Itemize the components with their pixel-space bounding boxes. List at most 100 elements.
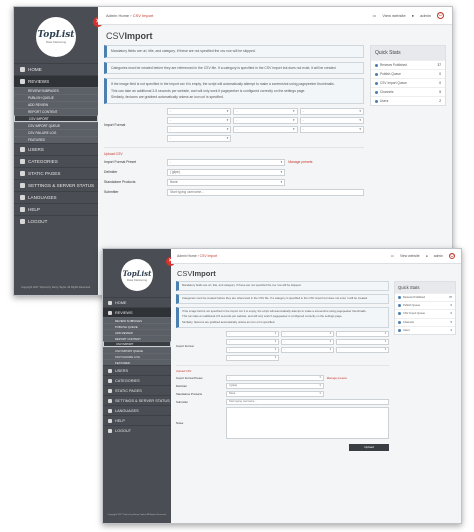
delimiter-select[interactable]: | (pipe) ▾ <box>167 168 286 176</box>
bullet-icon <box>398 312 401 316</box>
chevron-down-icon: ▾ <box>280 180 283 185</box>
stat-row[interactable]: Reviews Published 37 <box>371 60 445 69</box>
submitter-input[interactable]: Start typing username... <box>226 398 389 405</box>
toplist-logo[interactable]: TopList Data Marketing <box>121 259 153 291</box>
breadcrumb-root[interactable]: Admin Home <box>106 13 129 18</box>
format-select[interactable]: - ▾ <box>167 107 232 115</box>
nav-item-settings[interactable]: SETTINGS & SERVER STATUS <box>14 179 98 191</box>
standalone-select[interactable]: None ▾ <box>226 390 324 397</box>
nav-item-languages[interactable]: LANGUAGES <box>103 405 171 415</box>
power-icon[interactable]: ⏻ <box>437 12 444 19</box>
format-select[interactable]: - ▾ <box>281 338 334 345</box>
nav-item-home[interactable]: HOME <box>103 297 171 307</box>
chevron-down-icon: ▾ <box>319 392 321 396</box>
manage-presets-link[interactable]: Manage presets <box>288 160 312 164</box>
manage-presets-link[interactable]: Manage presets <box>327 376 347 380</box>
language-icon <box>108 408 112 413</box>
user-name[interactable]: admin <box>420 13 431 18</box>
stat-row[interactable]: Channels 5 <box>371 87 445 96</box>
info-message: If the image field is not specified in t… <box>104 78 364 104</box>
chevron-down-icon: ▾ <box>384 340 386 344</box>
gear-icon <box>108 398 112 403</box>
format-select[interactable]: - ▾ <box>336 330 389 337</box>
format-select[interactable]: - ▾ <box>233 107 298 115</box>
format-select[interactable]: - ▾ <box>167 116 232 124</box>
notes-textarea[interactable] <box>226 406 389 439</box>
nav-item-settings[interactable]: SETTINGS & SERVER STATUS <box>103 395 171 405</box>
format-select[interactable]: - ▾ <box>299 125 364 133</box>
toplist-logo[interactable]: TopList Data Marketing <box>36 17 76 57</box>
standalone-select[interactable]: None ▾ <box>167 178 286 186</box>
stat-row[interactable]: Users 2 <box>395 325 455 334</box>
preset-select[interactable]: - ▾ <box>167 158 286 166</box>
stats-column: Quick Stats Reviews Published 37 Publish … <box>394 281 456 451</box>
breadcrumb-current: CSV Import <box>132 13 154 18</box>
chevron-down-icon: ▾ <box>384 332 386 336</box>
format-select[interactable]: - ▾ <box>299 116 364 124</box>
submitter-label: Submitter <box>104 190 119 195</box>
format-select[interactable]: - ▾ <box>226 330 279 337</box>
format-select[interactable]: - ▾ <box>336 338 389 345</box>
stat-row[interactable]: Reviews Published 37 <box>395 293 455 301</box>
nav-item-reviews[interactable]: REVIEWS <box>103 307 171 317</box>
language-icon <box>20 195 25 200</box>
nav-subitem-review-subpages[interactable]: REVIEW SUBPAGES <box>14 87 98 94</box>
format-select[interactable]: - ▾ <box>226 338 279 345</box>
submitter-input[interactable]: Start typing username... <box>167 188 364 196</box>
nav-item-logout[interactable]: LOGOUT <box>103 425 171 435</box>
preset-select[interactable]: - ▾ <box>226 374 324 381</box>
chevron-down-icon: ▾ <box>274 332 276 336</box>
delimiter-label: Delimiter <box>176 383 188 388</box>
nav-subitem-add-review[interactable]: ADD REVIEW <box>14 101 98 108</box>
nav-item-categories[interactable]: CATEGORIES <box>14 155 98 167</box>
sidebar-nav: HOME REVIEWS REVIEW SUBPAGES PUBLISH QUE… <box>103 297 171 435</box>
nav-subitem-featured[interactable]: FEATURED <box>14 136 98 143</box>
format-select[interactable]: - ▾ <box>167 125 232 133</box>
stat-row[interactable]: CSV Import Queue 0 <box>371 78 445 87</box>
nav-subitem-csv-import-queue[interactable]: CSV IMPORT QUEUE <box>14 122 98 129</box>
nav-subitem-publish-queue[interactable]: PUBLISH QUEUE <box>14 94 98 101</box>
breadcrumb-root[interactable]: Admin Home <box>177 254 197 258</box>
stat-row[interactable]: Channels 5 <box>395 317 455 326</box>
format-select[interactable]: - ▾ <box>167 134 232 142</box>
format-select[interactable]: - ▾ <box>281 346 334 353</box>
view-website-link[interactable]: View website <box>382 13 405 18</box>
stat-row[interactable]: Users 2 <box>371 96 445 105</box>
format-select[interactable]: - ▾ <box>281 330 334 337</box>
stat-row[interactable]: Publish Queue 0 <box>371 69 445 78</box>
format-select[interactable]: - ▾ <box>233 116 298 124</box>
nav-item-static-pages[interactable]: STATIC PAGES <box>14 167 98 179</box>
user-name[interactable]: admin <box>434 254 443 258</box>
format-select[interactable]: - ▾ <box>226 354 279 361</box>
chevron-down-icon: ▾ <box>329 340 331 344</box>
power-icon[interactable]: ⏻ <box>449 253 455 259</box>
standalone-label: Standalone Products <box>104 180 136 185</box>
nav-item-help[interactable]: HELP <box>14 203 98 215</box>
format-select[interactable]: - ▾ <box>233 125 298 133</box>
nav-item-users[interactable]: USERS <box>14 143 98 155</box>
import-format-columns: - ▾ - ▾ - ▾ - ▾ - ▾ - ▾ - ▾ - ▾ - ▾ - ▾ <box>226 330 389 361</box>
home-icon <box>20 67 25 72</box>
nav-subitem-csv-failure-log[interactable]: CSV FAILURE LOG <box>14 129 98 136</box>
nav-item-static-pages[interactable]: STATIC PAGES <box>103 385 171 395</box>
stat-row[interactable]: CSV Import Queue 0 <box>395 309 455 317</box>
nav-item-logout[interactable]: LOGOUT <box>14 215 98 227</box>
nav-item-home[interactable]: HOME <box>14 63 98 75</box>
view-website-link[interactable]: View website <box>400 254 420 258</box>
nav-item-languages[interactable]: LANGUAGES <box>14 191 98 203</box>
nav-subitem-report-content[interactable]: REPORT CONTENT <box>14 108 98 115</box>
format-select[interactable]: - ▾ <box>299 107 364 115</box>
format-select[interactable]: - ▾ <box>226 346 279 353</box>
nav-subitem-csv-import[interactable]: CSV IMPORT <box>14 115 98 122</box>
nav-item-categories[interactable]: CATEGORIES <box>103 375 171 385</box>
format-select[interactable]: - ▾ <box>336 346 389 353</box>
bullet-icon <box>375 63 378 67</box>
nav-item-help[interactable]: HELP <box>103 415 171 425</box>
sidebar: TopList Data Marketing HOME REVIEWS REVI… <box>103 249 171 523</box>
nav-item-users[interactable]: USERS <box>103 365 171 375</box>
nav-item-reviews[interactable]: REVIEWS <box>14 75 98 87</box>
sidebar-nav: HOME REVIEWS REVIEW SUBPAGES PUBLISH QUE… <box>14 63 98 227</box>
delimiter-select[interactable]: | (pipe) ▾ <box>226 382 324 389</box>
upload-button[interactable]: Upload <box>349 443 389 451</box>
stat-row[interactable]: Publish Queue 0 <box>395 301 455 309</box>
